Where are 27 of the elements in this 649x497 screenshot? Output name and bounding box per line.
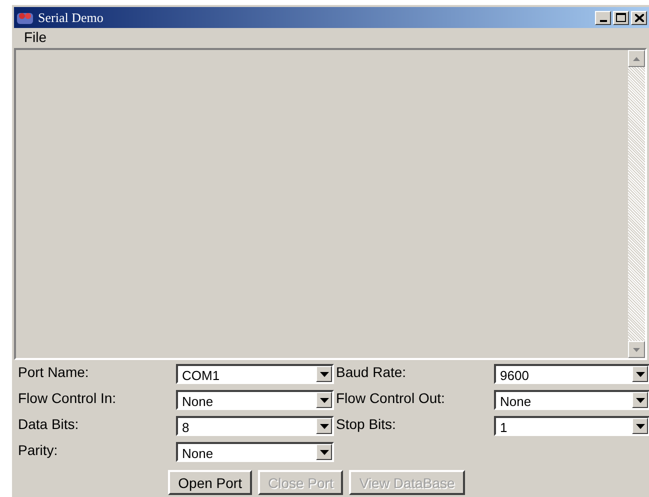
maximize-icon [616,13,626,22]
close-icon [634,14,644,22]
dropdown[interactable]: None [176,390,334,410]
field-label: Baud Rate: [336,364,408,382]
field-label: Flow Control Out: [336,390,446,408]
dropdown[interactable]: COM1 [176,364,334,384]
field-label: Parity: [18,442,59,460]
down-arrow-icon [633,348,640,352]
field-label: Port Name: [18,364,90,382]
scroll-down-button[interactable] [628,341,645,358]
window-title: Serial Demo [38,10,104,26]
minimize-button[interactable] [595,10,611,24]
dropdown[interactable]: 8 [176,416,334,436]
menu-item[interactable]: File [22,29,49,45]
field-label: Flow Control In: [18,390,118,408]
dropdown[interactable]: 1 [494,416,649,436]
dropdown[interactable]: 9600 [494,364,649,384]
maximize-button[interactable] [613,10,629,24]
scroll-up-button[interactable] [628,50,645,67]
field-label: Data Bits: [18,416,80,434]
action-button[interactable]: Open Port [168,470,252,495]
up-arrow-icon [633,56,640,60]
field-label: Stop Bits: [336,416,397,434]
minimize-icon [600,20,606,22]
dropdown[interactable]: None [176,442,334,462]
close-button[interactable] [631,10,647,24]
dropdown[interactable]: None [494,390,649,410]
